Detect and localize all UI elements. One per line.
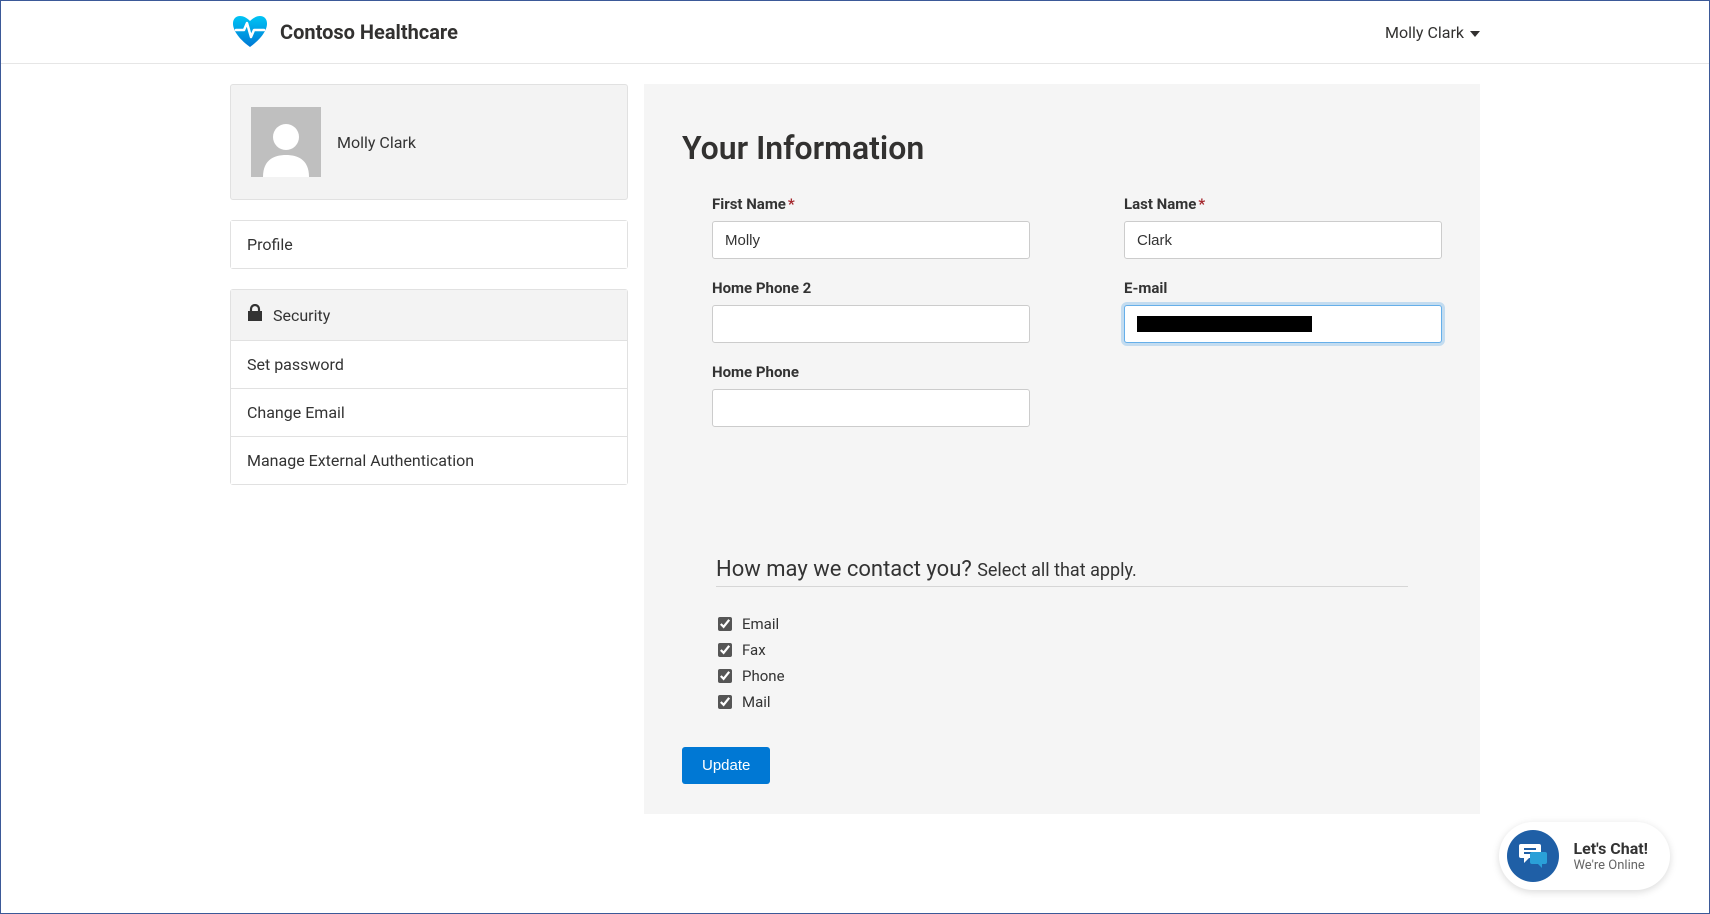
- sidebar-item-set-password[interactable]: Set password: [231, 341, 627, 389]
- lock-icon: [247, 304, 263, 326]
- label-home-phone: Home Phone: [712, 363, 1030, 381]
- checkbox-mail[interactable]: Mail: [718, 693, 1408, 711]
- label-email: E-mail: [1124, 279, 1442, 297]
- label-first-name: First Name*: [712, 195, 1030, 213]
- user-menu-name: Molly Clark: [1385, 23, 1464, 42]
- brand[interactable]: Contoso Healthcare: [230, 11, 458, 53]
- chat-icon: [1507, 830, 1559, 882]
- brand-name: Contoso Healthcare: [280, 20, 458, 44]
- profile-name: Molly Clark: [337, 133, 416, 152]
- update-button[interactable]: Update: [682, 747, 770, 784]
- first-name-field[interactable]: [712, 221, 1030, 259]
- checkbox-email-input[interactable]: [718, 617, 732, 631]
- profile-card: Molly Clark: [230, 84, 628, 200]
- checkbox-phone[interactable]: Phone: [718, 667, 1408, 685]
- user-menu[interactable]: Molly Clark: [1385, 23, 1480, 42]
- label-last-name: Last Name*: [1124, 195, 1442, 213]
- caret-down-icon: [1470, 31, 1480, 37]
- chat-title: Let's Chat!: [1573, 839, 1648, 858]
- home-phone-2-field[interactable]: [712, 305, 1030, 343]
- email-field[interactable]: [1124, 305, 1442, 343]
- chat-widget[interactable]: Let's Chat! We're Online: [1499, 822, 1670, 890]
- checkbox-fax[interactable]: Fax: [718, 641, 1408, 659]
- label-home-phone-2: Home Phone 2: [712, 279, 1030, 297]
- contact-heading: How may we contact you? Select all that …: [716, 557, 1408, 587]
- page-title: Your Information: [682, 129, 1442, 167]
- redacted-email-value: [1137, 316, 1312, 332]
- sidebar-header-security: Security: [231, 290, 627, 341]
- sidebar: Molly Clark Profile: [230, 84, 628, 814]
- avatar: [251, 107, 321, 177]
- sidebar-nav-profile: Profile: [230, 220, 628, 269]
- main-panel: Your Information First Name* Home Phone …: [644, 84, 1480, 814]
- sidebar-item-manage-external-auth[interactable]: Manage External Authentication: [231, 437, 627, 484]
- chat-subtitle: We're Online: [1573, 858, 1648, 873]
- checkbox-fax-input[interactable]: [718, 643, 732, 657]
- checkbox-phone-input[interactable]: [718, 669, 732, 683]
- checkbox-mail-input[interactable]: [718, 695, 732, 709]
- heart-logo-icon: [230, 11, 270, 53]
- sidebar-item-profile[interactable]: Profile: [231, 221, 627, 268]
- checkbox-email[interactable]: Email: [718, 615, 1408, 633]
- sidebar-nav-security: Security Set password Change Email Manag…: [230, 289, 628, 485]
- home-phone-field[interactable]: [712, 389, 1030, 427]
- last-name-field[interactable]: [1124, 221, 1442, 259]
- sidebar-item-change-email[interactable]: Change Email: [231, 389, 627, 437]
